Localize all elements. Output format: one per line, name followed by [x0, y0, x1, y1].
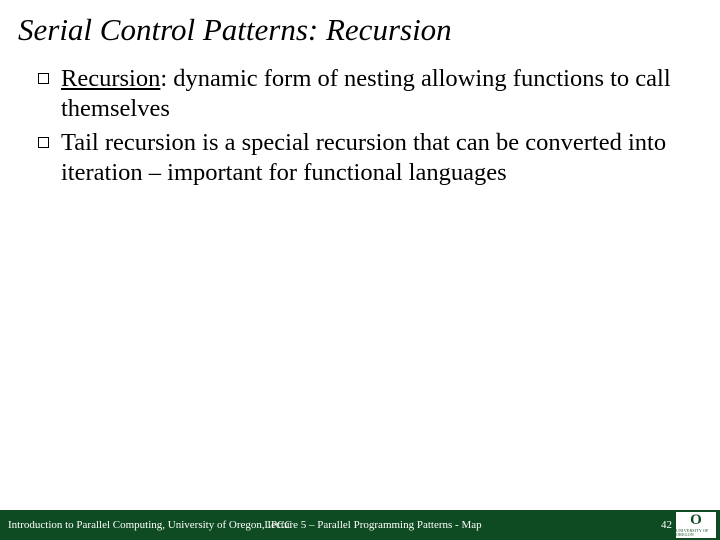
- page-number: 42: [661, 519, 672, 531]
- bullet-item: Tail recursion is a special recursion th…: [38, 128, 690, 188]
- bullet-text: Recursion: dynamic form of nesting allow…: [61, 64, 690, 124]
- footer-bar: Introduction to Parallel Computing, Univ…: [0, 510, 720, 540]
- bullet-icon: [38, 137, 49, 148]
- bullet-item: Recursion: dynamic form of nesting allow…: [38, 64, 690, 124]
- slide-body: Recursion: dynamic form of nesting allow…: [0, 58, 720, 510]
- slide-title: Serial Control Patterns: Recursion: [0, 0, 720, 58]
- bullet-text: Tail recursion is a special recursion th…: [61, 128, 690, 188]
- bullet-lead: Recursion: [61, 65, 160, 92]
- footer-left: Introduction to Parallel Computing, Univ…: [8, 519, 292, 531]
- logo-subtext: UNIVERSITY OF OREGON: [676, 529, 716, 537]
- university-logo: O UNIVERSITY OF OREGON: [676, 512, 716, 538]
- bullet-rest: Tail recursion is a special recursion th…: [61, 129, 666, 186]
- bullet-icon: [38, 73, 49, 84]
- slide: Serial Control Patterns: Recursion Recur…: [0, 0, 720, 540]
- footer-center: Lecture 5 – Parallel Programming Pattern…: [264, 519, 481, 531]
- logo-o-icon: O: [690, 513, 702, 528]
